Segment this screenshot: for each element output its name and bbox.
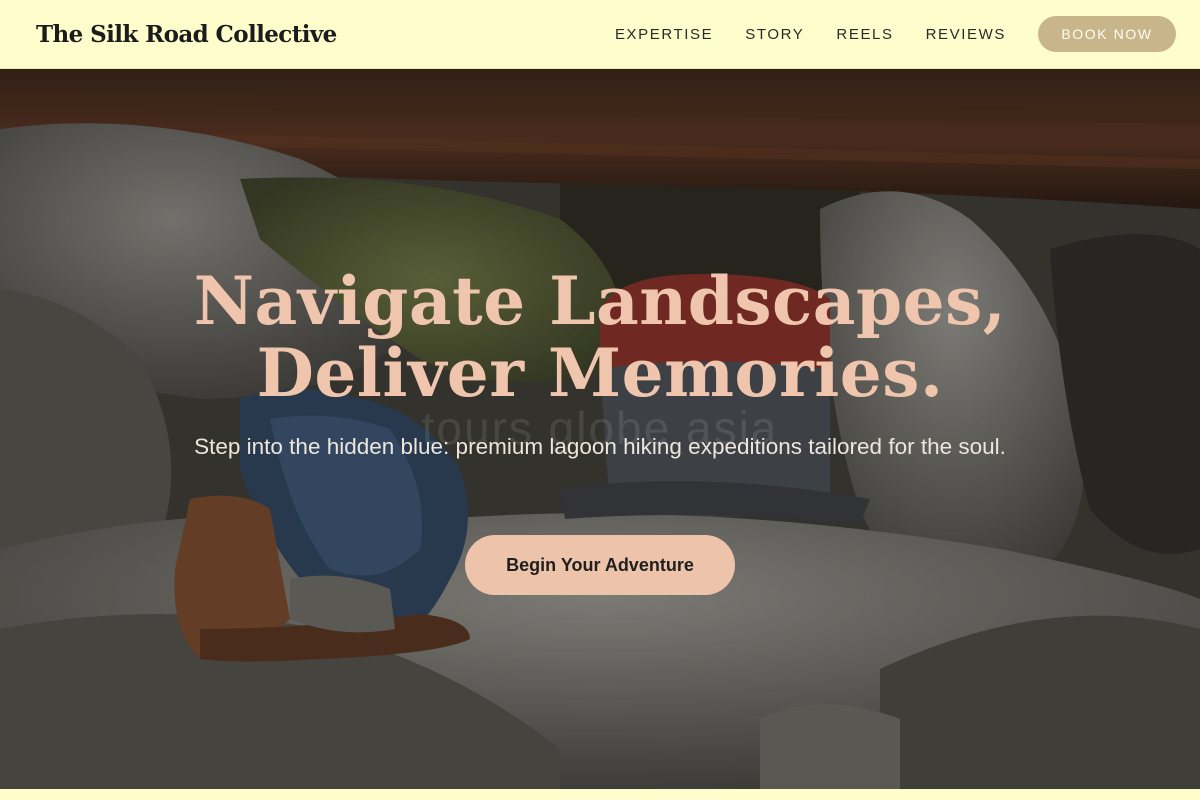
begin-adventure-button[interactable]: Begin Your Adventure: [465, 535, 735, 595]
nav-link-reels[interactable]: REELS: [836, 26, 893, 43]
main-nav: EXPERTISE STORY REELS REVIEWS BOOK NOW: [583, 16, 1176, 52]
brand-logo[interactable]: The Silk Road Collective: [36, 21, 337, 48]
hero-section: tours globe asia Navigate Landscapes, De…: [0, 69, 1200, 789]
nav-link-story[interactable]: STORY: [745, 26, 804, 43]
top-navbar: The Silk Road Collective EXPERTISE STORY…: [0, 0, 1200, 69]
nav-link-expertise[interactable]: EXPERTISE: [615, 26, 713, 43]
nav-link-reviews[interactable]: REVIEWS: [926, 26, 1006, 43]
hero-headline-line-1: Navigate Landscapes,: [193, 262, 1007, 340]
hero-content: tours globe asia Navigate Landscapes, De…: [0, 69, 1200, 789]
hero-headline: Navigate Landscapes, Deliver Memories.: [0, 265, 1200, 409]
hero-subtitle: Step into the hidden blue: premium lagoo…: [194, 434, 1006, 459]
hero-headline-line-2: Deliver Memories.: [256, 334, 944, 412]
book-now-button[interactable]: BOOK NOW: [1038, 16, 1176, 52]
next-section-edge: [0, 789, 1200, 800]
